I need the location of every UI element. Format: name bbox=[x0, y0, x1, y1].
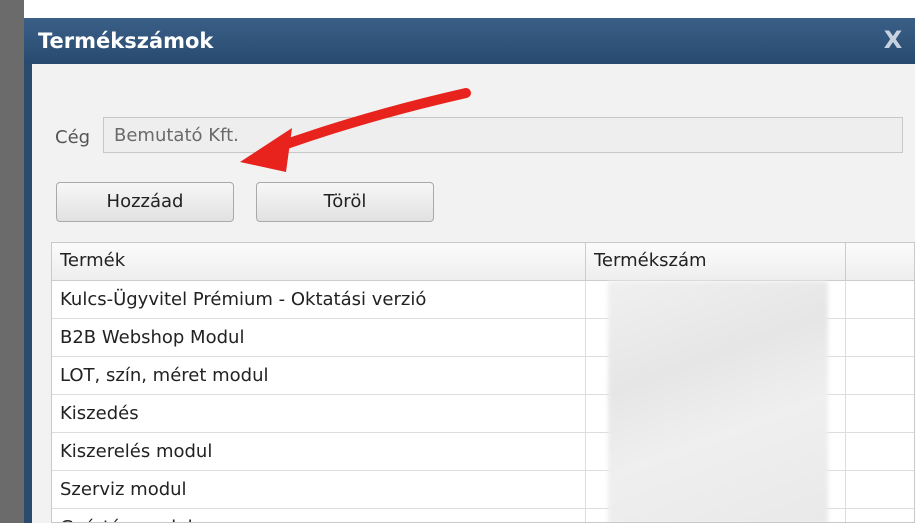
title-bar[interactable]: Termékszámok X bbox=[24, 18, 915, 64]
close-icon[interactable]: X bbox=[879, 26, 907, 54]
column-header-empty bbox=[846, 243, 914, 281]
background-left-strip bbox=[0, 0, 24, 523]
product-cell[interactable]: Szerviz modul bbox=[52, 471, 586, 508]
dialog-title: Termékszámok bbox=[38, 29, 214, 53]
product-cell[interactable]: LOT, szín, méret modul bbox=[52, 357, 586, 394]
product-cell[interactable]: Kulcs-Ügyvitel Prémium - Oktatási verzió bbox=[52, 281, 586, 318]
background-top bbox=[0, 0, 915, 18]
dialog-body: Cég Bemutató Kft. Hozzáad Töröl Termék T… bbox=[32, 64, 915, 523]
add-button[interactable]: Hozzáad bbox=[56, 182, 234, 222]
blurred-product-numbers bbox=[608, 281, 828, 522]
product-number-grid[interactable]: Termék Termékszám Kulcs-Ügyvitel Prémium… bbox=[51, 242, 915, 523]
product-cell[interactable]: Kiszerelés modul bbox=[52, 433, 586, 470]
company-label: Cég bbox=[55, 127, 91, 148]
product-cell[interactable]: B2B Webshop Modul bbox=[52, 319, 586, 356]
company-field: Bemutató Kft. bbox=[103, 117, 903, 153]
column-header-product-number[interactable]: Termékszám bbox=[586, 243, 846, 281]
product-cell[interactable]: Gyártás modul bbox=[52, 509, 586, 522]
column-header-product[interactable]: Termék bbox=[52, 243, 586, 281]
product-cell[interactable]: Kiszedés bbox=[52, 395, 586, 432]
products-dialog: Termékszámok X Cég Bemutató Kft. Hozzáad… bbox=[24, 18, 915, 523]
delete-button[interactable]: Töröl bbox=[256, 182, 434, 222]
grid-header: Termék Termékszám bbox=[52, 243, 914, 281]
